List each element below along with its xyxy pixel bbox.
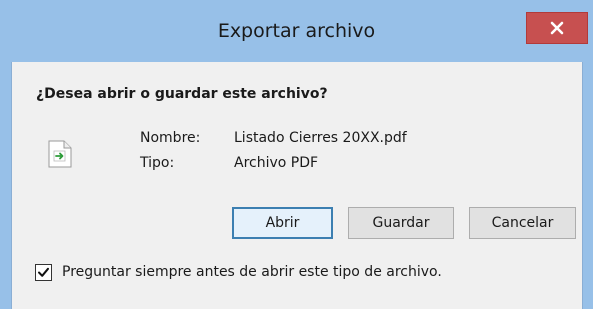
- always-ask-checkbox[interactable]: [35, 264, 52, 281]
- file-export-icon: [48, 140, 72, 172]
- cancel-button[interactable]: Cancelar: [469, 207, 576, 239]
- always-ask-label[interactable]: Preguntar siempre antes de abrir este ti…: [62, 264, 442, 280]
- checkmark-icon: [38, 267, 49, 277]
- close-button[interactable]: [526, 12, 588, 44]
- export-file-dialog: Exportar archivo ¿Desea abrir o guardar …: [0, 0, 593, 309]
- file-name-value: Listado Cierres 20XX.pdf: [234, 130, 407, 146]
- file-type-value: Archivo PDF: [234, 155, 319, 171]
- dialog-title: Exportar archivo: [217, 20, 376, 42]
- save-button[interactable]: Guardar: [348, 207, 454, 239]
- close-icon: [550, 21, 564, 35]
- file-type-label: Tipo:: [140, 155, 175, 171]
- window-border-right: [583, 62, 593, 309]
- title-bar[interactable]: Exportar archivo: [0, 0, 593, 62]
- open-button[interactable]: Abrir: [232, 207, 333, 239]
- dialog-question: ¿Desea abrir o guardar este archivo?: [36, 86, 328, 102]
- file-name-label: Nombre:: [140, 130, 201, 146]
- window-border-left: [0, 62, 11, 309]
